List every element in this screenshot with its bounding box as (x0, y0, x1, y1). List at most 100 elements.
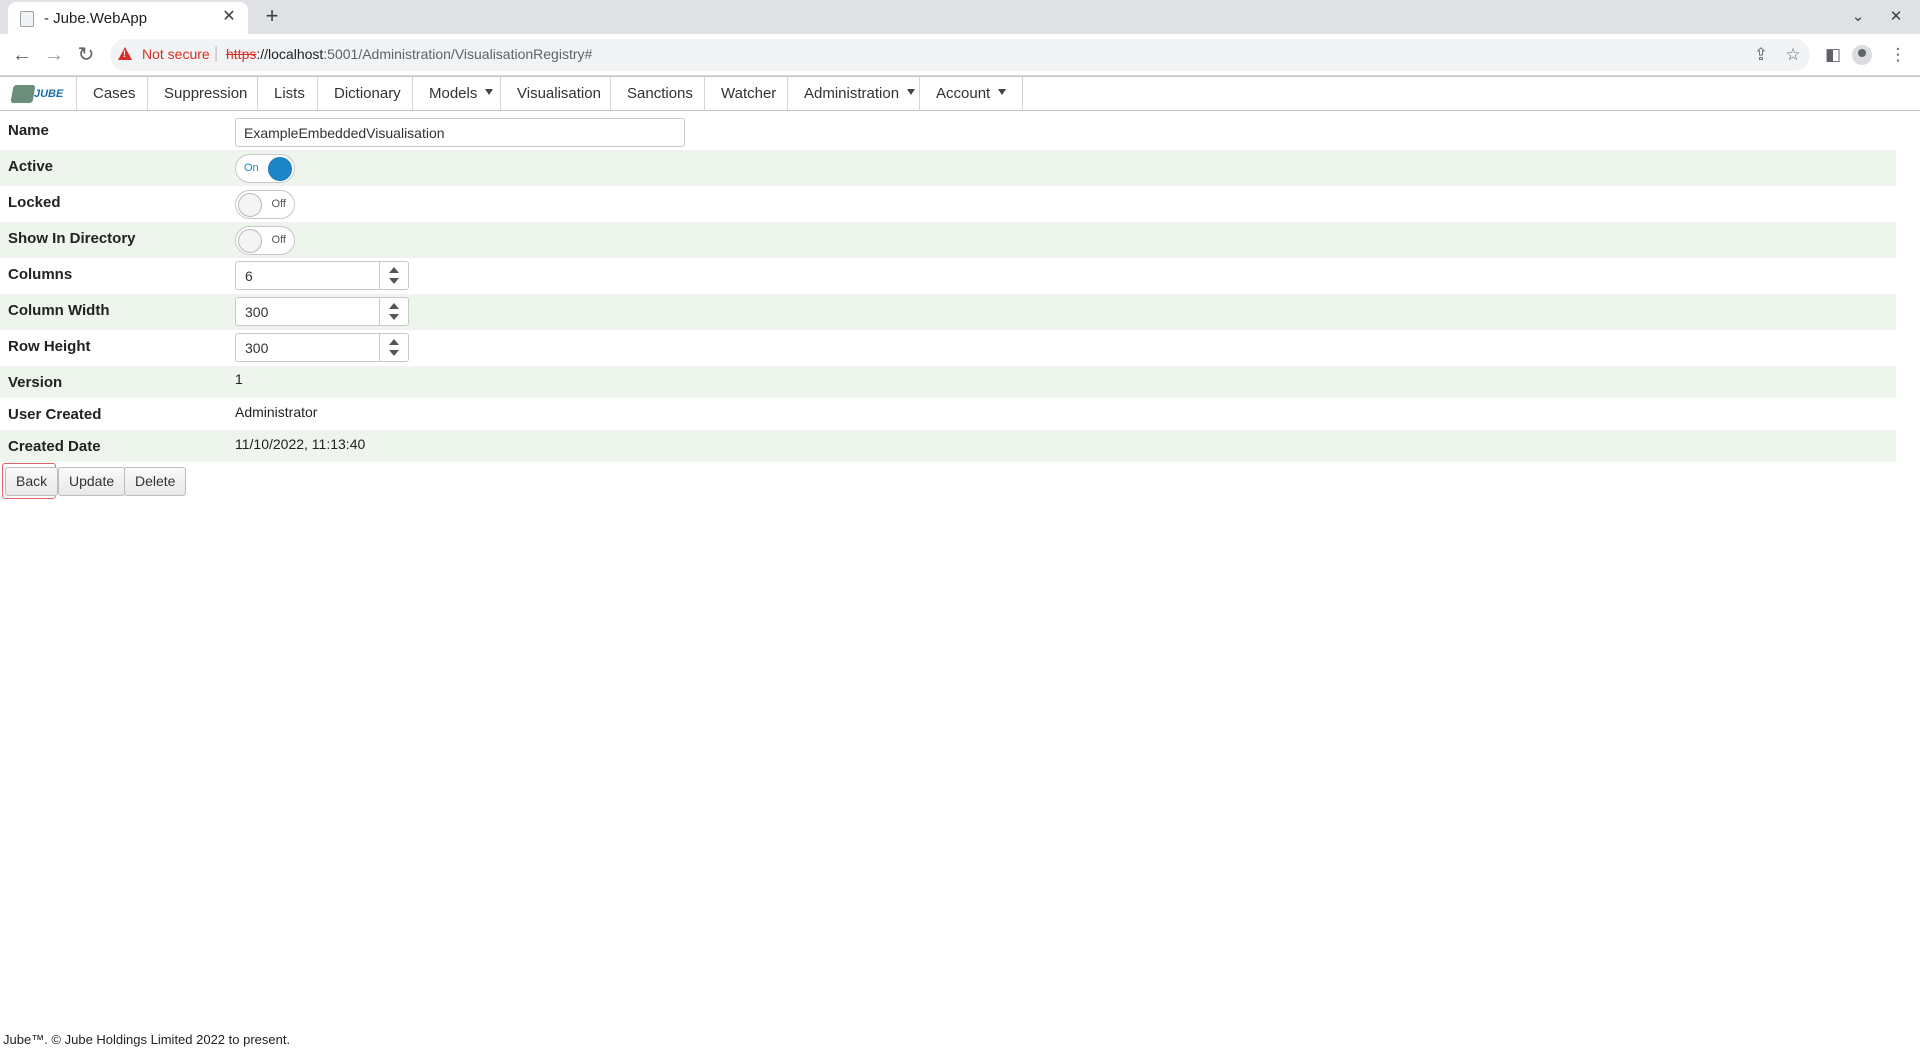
row-height-input[interactable] (236, 334, 379, 361)
warning-icon (118, 47, 132, 60)
toggle-state-label: On (244, 162, 259, 174)
menu-suppression[interactable]: Suppression (147, 77, 263, 110)
reload-icon[interactable]: ↻ (74, 43, 98, 67)
side-panel-icon[interactable]: ◧ (1821, 43, 1845, 67)
profile-avatar-icon[interactable] (1852, 45, 1872, 65)
active-toggle[interactable]: On (235, 154, 295, 183)
row-height-label: Row Height (8, 338, 91, 355)
column-width-stepper[interactable] (235, 297, 409, 326)
spin-buttons[interactable] (379, 334, 408, 361)
menu-dictionary[interactable]: Dictionary (317, 77, 417, 110)
close-window-icon[interactable]: ✕ (1884, 6, 1908, 28)
toggle-state-label: Off (271, 198, 286, 210)
security-label[interactable]: Not secure (142, 46, 210, 62)
spin-buttons[interactable] (379, 262, 408, 289)
dropdown-caret-icon (998, 89, 1007, 96)
toggle-state-label: Off (271, 234, 286, 246)
row-column-width: Column Width (0, 294, 1896, 330)
address-bar[interactable]: Not secure | https://localhost:5001/Admi… (110, 39, 1810, 71)
name-input[interactable] (235, 118, 685, 147)
logo-mark-icon (10, 85, 36, 103)
created-date-label: Created Date (8, 438, 101, 455)
menu-label: Watcher (721, 85, 777, 102)
active-label: Active (8, 158, 54, 175)
menu-cases[interactable]: Cases (76, 77, 152, 110)
columns-stepper[interactable] (235, 261, 409, 290)
page-footer: Jube™. © Jube Holdings Limited 2022 to p… (3, 1032, 291, 1047)
row-show-in-directory: Show In Directory Off (0, 222, 1896, 258)
forward-arrow-icon[interactable]: → (42, 43, 66, 67)
delete-button[interactable]: Delete (124, 467, 187, 496)
bookmark-star-icon[interactable]: ☆ (1781, 43, 1805, 67)
version-value: 1 (235, 371, 243, 387)
created-date-value: 11/10/2022, 11:13:40 (235, 436, 366, 452)
menu-label: Sanctions (627, 85, 693, 102)
row-locked: Locked Off (0, 186, 1896, 222)
tab-search-chevron-icon[interactable]: ⌄ (1846, 6, 1870, 28)
user-created-value: Administrator (235, 404, 318, 420)
menu-label: Cases (93, 85, 136, 102)
browser-tabstrip: - Jube.WebApp ✕ + ⌄ ✕ (0, 0, 1920, 34)
show-in-directory-label: Show In Directory (8, 230, 136, 247)
new-tab-icon[interactable]: + (260, 5, 284, 29)
tab-title: - Jube.WebApp (44, 10, 148, 27)
menu-account[interactable]: Account (919, 77, 1024, 110)
url-host: ://localhost (256, 46, 324, 62)
decrement-arrow-icon[interactable] (389, 314, 399, 320)
locked-label: Locked (8, 194, 61, 211)
row-created-date: Created Date 11/10/2022, 11:13:40 (0, 430, 1896, 462)
version-label: Version (8, 374, 63, 391)
increment-arrow-icon[interactable] (389, 339, 399, 345)
share-icon[interactable]: ⇪ (1749, 43, 1773, 67)
menu-sanctions[interactable]: Sanctions (610, 77, 709, 110)
url-divider: | (214, 45, 219, 62)
update-button[interactable]: Update (58, 467, 126, 496)
menu-watcher[interactable]: Watcher (704, 77, 792, 110)
decrement-arrow-icon[interactable] (389, 350, 399, 356)
dropdown-caret-icon (907, 89, 916, 96)
logo-text: JUBE (34, 88, 64, 100)
close-tab-icon[interactable]: ✕ (220, 8, 238, 26)
column-width-input[interactable] (236, 298, 379, 325)
toggle-knob (238, 229, 262, 253)
url-scheme: https (226, 46, 257, 62)
menu-label: Suppression (164, 85, 248, 102)
row-user-created: User Created Administrator (0, 398, 1896, 430)
back-button[interactable]: Back (5, 467, 59, 496)
browser-menu-icon[interactable]: ⋮ (1886, 43, 1910, 67)
increment-arrow-icon[interactable] (389, 303, 399, 309)
show-in-directory-toggle[interactable]: Off (235, 226, 295, 255)
url-text[interactable]: https://localhost:5001/Administration/Vi… (226, 46, 592, 62)
row-row-height: Row Height (0, 330, 1896, 366)
name-label: Name (8, 122, 49, 139)
menu-label: Administration (804, 85, 900, 102)
app-menubar: JUBE Cases Suppression Lists Dictionary … (0, 76, 1920, 111)
menu-lists[interactable]: Lists (257, 77, 321, 110)
menu-administration[interactable]: Administration (787, 77, 931, 110)
decrement-arrow-icon[interactable] (389, 278, 399, 284)
column-width-label: Column Width (8, 302, 110, 319)
toggle-knob (268, 157, 292, 181)
columns-label: Columns (8, 266, 73, 283)
row-active: Active On (0, 150, 1896, 186)
page-favicon-icon (20, 11, 34, 27)
columns-input[interactable] (236, 262, 379, 289)
menu-label: Models (429, 85, 478, 102)
jube-logo[interactable]: JUBE (10, 83, 70, 105)
increment-arrow-icon[interactable] (389, 267, 399, 273)
spin-buttons[interactable] (379, 298, 408, 325)
menu-visualisation[interactable]: Visualisation (500, 77, 617, 110)
browser-toolbar: ← → ↻ Not secure | https://localhost:500… (0, 34, 1920, 76)
dropdown-caret-icon (485, 89, 494, 96)
menu-models[interactable]: Models (412, 77, 509, 110)
toggle-knob (238, 193, 262, 217)
menu-label: Visualisation (517, 85, 601, 102)
row-columns: Columns (0, 258, 1896, 294)
browser-tab[interactable]: - Jube.WebApp ✕ (8, 2, 248, 34)
back-arrow-icon[interactable]: ← (10, 43, 34, 67)
url-path: :5001/Administration/VisualisationRegist… (323, 46, 593, 62)
row-height-stepper[interactable] (235, 333, 409, 362)
locked-toggle[interactable]: Off (235, 190, 295, 219)
menu-label: Dictionary (334, 85, 401, 102)
menu-label: Lists (274, 85, 305, 102)
